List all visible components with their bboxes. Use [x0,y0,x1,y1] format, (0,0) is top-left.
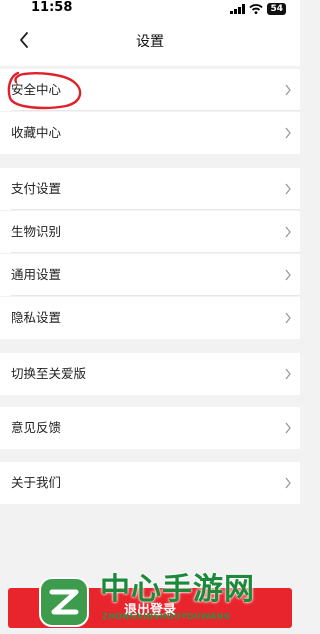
settings-item-about-us[interactable]: 关于我们 [0,462,300,504]
chevron-right-icon [285,312,291,324]
wifi-icon [249,4,264,14]
nav-bar: 设置 [0,18,300,66]
settings-item-label: 生物识别 [11,224,62,239]
chevron-right-icon [285,269,291,281]
settings-item-biometrics[interactable]: 生物识别 [0,211,300,253]
settings-item-care-mode[interactable]: 切换至关爱版 [0,353,300,395]
chevron-right-icon [285,422,291,434]
settings-item-label: 安全中心 [11,82,62,97]
chevron-right-icon [285,368,291,380]
status-time: 11:58 [31,0,73,15]
settings-item-privacy[interactable]: 隐私设置 [0,297,300,339]
settings-item-label: 收藏中心 [11,125,62,140]
logout-button[interactable]: 退出登录 [8,588,292,628]
settings-item-security-center[interactable]: 安全中心 [0,69,300,111]
status-icons: 54 [230,2,286,16]
chevron-right-icon [285,183,291,195]
chevron-right-icon [285,84,291,96]
battery-icon: 54 [267,3,286,15]
settings-item-general[interactable]: 通用设置 [0,254,300,296]
chevron-right-icon [285,226,291,238]
settings-item-label: 支付设置 [11,181,62,196]
settings-item-payment[interactable]: 支付设置 [0,168,300,210]
status-bar: 11:58 54 [0,0,300,18]
signal-icon [230,4,246,14]
page-title: 设置 [136,34,164,50]
settings-item-label: 意见反馈 [11,420,62,435]
settings-item-label: 切换至关爱版 [11,366,87,381]
settings-item-label: 通用设置 [11,267,62,282]
chevron-right-icon [285,477,291,489]
logout-label: 退出登录 [123,603,176,618]
settings-item-label: 隐私设置 [11,310,62,325]
settings-item-favorites-center[interactable]: 收藏中心 [0,112,300,154]
chevron-right-icon [285,127,291,139]
settings-item-feedback[interactable]: 意见反馈 [0,407,300,449]
settings-item-label: 关于我们 [11,475,62,490]
